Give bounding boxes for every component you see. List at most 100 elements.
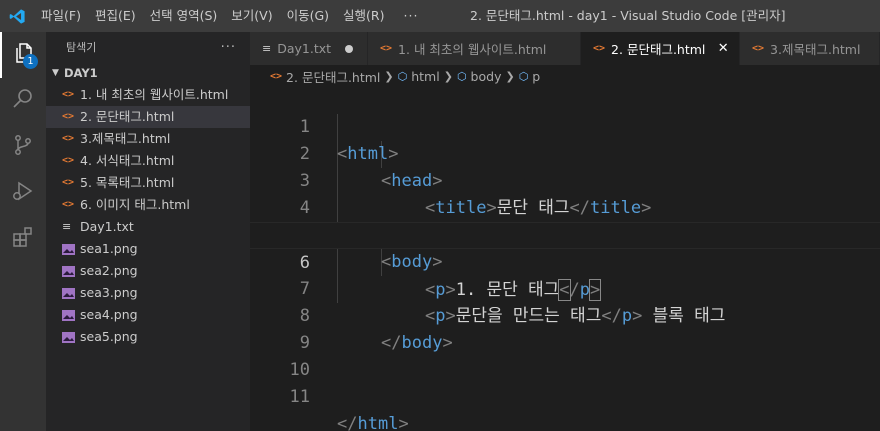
text-file-icon: ≡ xyxy=(62,220,72,233)
file-label: 2. 문단태그.html xyxy=(80,109,175,124)
html-file-icon: <> xyxy=(62,89,75,100)
folder-label: DAY1 xyxy=(64,66,98,80)
html-file-icon: <> xyxy=(593,43,606,54)
extensions-activity-button[interactable] xyxy=(0,216,46,262)
html-file-icon: <> xyxy=(62,133,75,144)
code-line: 4 </head> xyxy=(250,168,880,245)
tab-label: 3.제목태그.html xyxy=(770,42,861,57)
file-label: 1. 내 최초의 웹사이트.html xyxy=(80,87,229,102)
tab-day1-txt[interactable]: ≡ Day1.txt xyxy=(250,32,368,65)
extensions-icon xyxy=(11,225,35,253)
line-number: 11 xyxy=(289,387,310,407)
code-editor[interactable]: 1 <html> 2 <head> 3 <title>문단 태그</title>… xyxy=(250,87,880,431)
run-debug-activity-button[interactable] xyxy=(0,170,46,216)
symbol-element-icon: ⬡ xyxy=(518,69,529,83)
menu-selection[interactable]: 선택 영역(S) xyxy=(143,0,225,32)
vscode-logo-icon xyxy=(0,0,34,32)
code-line-current: 6 <p>1. 문단 태그</p> xyxy=(250,222,880,301)
file-label: 6. 이미지 태그.html xyxy=(80,197,190,212)
code-line: 10 xyxy=(250,330,880,380)
file-label: sea4.png xyxy=(80,307,138,322)
file-item[interactable]: sea3.png xyxy=(46,282,250,304)
html-file-icon: <> xyxy=(62,199,75,210)
code-line: 8 </body> xyxy=(250,276,880,353)
explorer-badge: 1 xyxy=(23,54,38,69)
file-item[interactable]: <> 6. 이미지 태그.html xyxy=(46,194,250,216)
file-label: 4. 서식태그.html xyxy=(80,153,175,168)
search-icon xyxy=(11,87,35,115)
text-file-icon: ≡ xyxy=(262,42,272,55)
close-icon[interactable]: ✕ xyxy=(717,41,729,56)
file-item-selected[interactable]: <> 2. 문단태그.html xyxy=(46,106,250,128)
source-control-activity-button[interactable] xyxy=(0,124,46,170)
tab-label: Day1.txt xyxy=(277,41,332,56)
file-label: sea3.png xyxy=(80,285,138,300)
file-item[interactable]: <> 3.제목태그.html xyxy=(46,128,250,150)
breadcrumb-html[interactable]: ⬡ html xyxy=(398,69,440,84)
breadcrumb-file[interactable]: <> 2. 문단태그.html xyxy=(270,67,380,86)
source-control-icon xyxy=(11,133,35,161)
file-item[interactable]: <> 1. 내 최초의 웹사이트.html xyxy=(46,84,250,106)
breadcrumb-label: 2. 문단태그.html xyxy=(286,69,381,85)
code-line: 2 <head> xyxy=(250,114,880,191)
tab-label: 2. 문단태그.html xyxy=(611,42,706,57)
menu-go[interactable]: 이동(G) xyxy=(280,0,336,32)
tab-heading-tag[interactable]: <> 3.제목태그.html xyxy=(740,32,880,65)
chevron-right-icon: ❯ xyxy=(505,69,515,83)
search-activity-button[interactable] xyxy=(0,78,46,124)
chevron-right-icon: ❯ xyxy=(384,69,394,83)
breadcrumb-label: body xyxy=(470,68,502,84)
code-line: 9 xyxy=(250,303,880,353)
tab-paragraph-tag[interactable]: <> 2. 문단태그.html ✕ xyxy=(581,32,740,65)
menu-file[interactable]: 파일(F) xyxy=(34,0,88,32)
symbol-element-icon: ⬡ xyxy=(397,69,408,83)
menu-view[interactable]: 보기(V) xyxy=(224,0,279,32)
code-line: 3 <title>문단 태그</title> xyxy=(250,141,880,218)
image-file-icon xyxy=(62,309,80,321)
code-line: 7 <p>문단을 만드는 태그</p> 블록 태그 xyxy=(250,249,880,326)
explorer-sidebar: 탐색기 ··· ▼ DAY1 <> 1. 내 최초의 웹사이트.html <> … xyxy=(46,32,250,431)
breadcrumb: <> 2. 문단태그.html ❯ ⬡ html ❯ ⬡ body ❯ ⬡ p xyxy=(250,65,880,87)
file-label: sea5.png xyxy=(80,329,138,344)
menu-more[interactable]: ··· xyxy=(392,0,431,32)
file-item[interactable]: <> 5. 목록태그.html xyxy=(46,172,250,194)
menu-run[interactable]: 실행(R) xyxy=(336,0,391,32)
image-file-icon xyxy=(62,287,80,299)
file-item[interactable]: sea2.png xyxy=(46,260,250,282)
window-title: 2. 문단태그.html - day1 - Visual Studio Code… xyxy=(470,8,786,23)
file-label: sea2.png xyxy=(80,263,138,278)
html-file-icon: <> xyxy=(752,43,765,54)
html-file-icon: <> xyxy=(62,111,75,122)
code-line: 5 <body> xyxy=(250,195,880,272)
html-file-icon: <> xyxy=(62,155,75,166)
tag-name: html xyxy=(357,414,399,431)
tab-label: 1. 내 최초의 웹사이트.html xyxy=(398,42,547,57)
image-file-icon xyxy=(62,243,80,255)
file-item[interactable]: sea4.png xyxy=(46,304,250,326)
activity-bar: 1 xyxy=(0,32,46,431)
breadcrumb-label: html xyxy=(411,68,440,84)
code-text: </html> xyxy=(337,411,409,431)
breadcrumb-label: p xyxy=(532,68,541,84)
breadcrumb-p[interactable]: ⬡ p xyxy=(519,69,541,84)
explorer-title: 탐색기 xyxy=(66,41,97,54)
chevron-down-icon: ▼ xyxy=(52,68,59,78)
folder-day1[interactable]: ▼ DAY1 xyxy=(46,62,250,84)
menu-edit[interactable]: 편집(E) xyxy=(88,0,143,32)
explorer-activity-button[interactable]: 1 xyxy=(0,32,46,78)
unsaved-dot-icon[interactable] xyxy=(345,44,354,53)
title-bar: 파일(F) 편집(E) 선택 영역(S) 보기(V) 이동(G) 실행(R) ·… xyxy=(0,0,880,32)
code-line: 1 <html> xyxy=(250,87,880,164)
symbol-element-icon: ⬡ xyxy=(456,69,467,83)
file-item[interactable]: sea1.png xyxy=(46,238,250,260)
explorer-more-button[interactable]: ··· xyxy=(221,40,236,55)
file-item[interactable]: <> 4. 서식태그.html xyxy=(46,150,250,172)
code-line: 11 </html> xyxy=(250,357,880,431)
file-label: 5. 목록태그.html xyxy=(80,175,175,190)
tab-first-website[interactable]: <> 1. 내 최초의 웹사이트.html xyxy=(368,32,581,65)
file-item[interactable]: sea5.png xyxy=(46,326,250,348)
run-debug-icon xyxy=(11,179,35,207)
breadcrumb-body[interactable]: ⬡ body xyxy=(457,69,502,84)
file-label: Day1.txt xyxy=(80,219,134,234)
file-item[interactable]: ≡ Day1.txt xyxy=(46,216,250,238)
